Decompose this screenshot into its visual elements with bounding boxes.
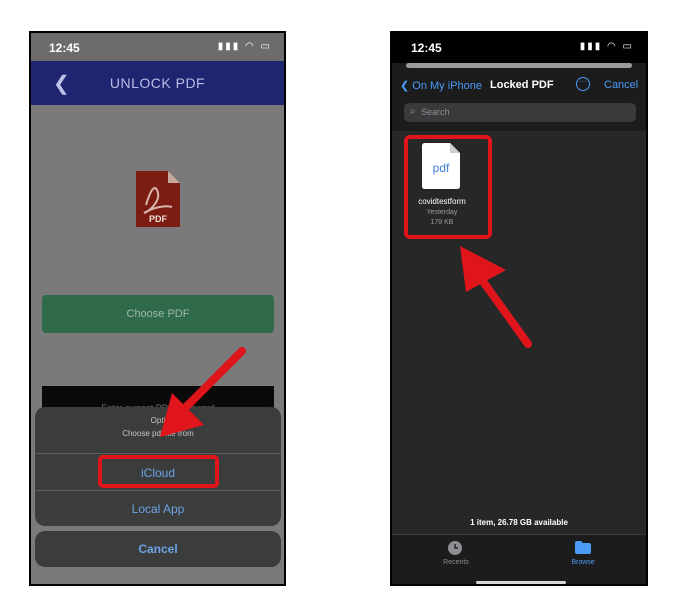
storage-info: 1 item, 26.78 GB available bbox=[470, 518, 568, 527]
cancel-button[interactable]: Cancel bbox=[604, 79, 638, 91]
status-icons: ▮▮▮ ◠ ▭ bbox=[217, 41, 272, 52]
red-arrow-icon bbox=[160, 347, 246, 437]
search-input[interactable]: ⌕ Search bbox=[404, 103, 636, 122]
sheet-grabber bbox=[406, 63, 632, 68]
clock-icon[interactable] bbox=[448, 541, 462, 555]
divider bbox=[35, 453, 281, 454]
choose-pdf-button[interactable]: Choose PDF bbox=[42, 295, 274, 333]
folder-icon[interactable] bbox=[575, 541, 591, 554]
more-options-icon[interactable]: ··· bbox=[576, 77, 590, 91]
app-header: ❮ UNLOCK PDF bbox=[31, 61, 284, 105]
folder-title: Locked PDF bbox=[490, 79, 554, 91]
pdf-file-icon: PDF bbox=[136, 171, 180, 227]
file-highlight-box bbox=[404, 135, 492, 239]
status-bar: 12:45 ▮▮▮ ◠ ▭ bbox=[392, 33, 646, 63]
pdf-icon-label: PDF bbox=[149, 214, 168, 224]
tab-browse[interactable]: Browse bbox=[563, 559, 603, 566]
back-label: On My iPhone bbox=[412, 80, 482, 92]
status-time: 12:45 bbox=[411, 41, 442, 55]
status-bar: 12:45 ▮▮▮ ◠ ▭ bbox=[31, 33, 284, 61]
status-time: 12:45 bbox=[49, 41, 80, 55]
search-placeholder: Search bbox=[421, 107, 450, 117]
divider bbox=[35, 490, 281, 491]
tab-bar: Recents Browse bbox=[392, 534, 646, 584]
home-indicator bbox=[476, 581, 566, 584]
back-button[interactable]: ❮ On My iPhone bbox=[400, 79, 482, 92]
page-title: UNLOCK PDF bbox=[109, 75, 206, 91]
cancel-label: Cancel bbox=[138, 542, 178, 556]
search-icon: ⌕ bbox=[410, 106, 416, 117]
cancel-button[interactable]: Cancel bbox=[35, 531, 281, 567]
tab-recents[interactable]: Recents bbox=[436, 559, 476, 566]
unlock-pdf-app-screen: 12:45 ▮▮▮ ◠ ▭ ❮ UNLOCK PDF PDF Choose PD… bbox=[31, 33, 284, 584]
icloud-highlight-box bbox=[98, 455, 219, 488]
chevron-left-icon: ❮ bbox=[400, 80, 413, 92]
status-icons: ▮▮▮ ◠ ▭ bbox=[579, 41, 634, 52]
left-phone-screenshot: 12:45 ▮▮▮ ◠ ▭ ❮ UNLOCK PDF PDF Choose PD… bbox=[29, 31, 286, 586]
local-app-option[interactable]: Local App bbox=[35, 502, 281, 516]
red-arrow-icon bbox=[460, 246, 532, 348]
